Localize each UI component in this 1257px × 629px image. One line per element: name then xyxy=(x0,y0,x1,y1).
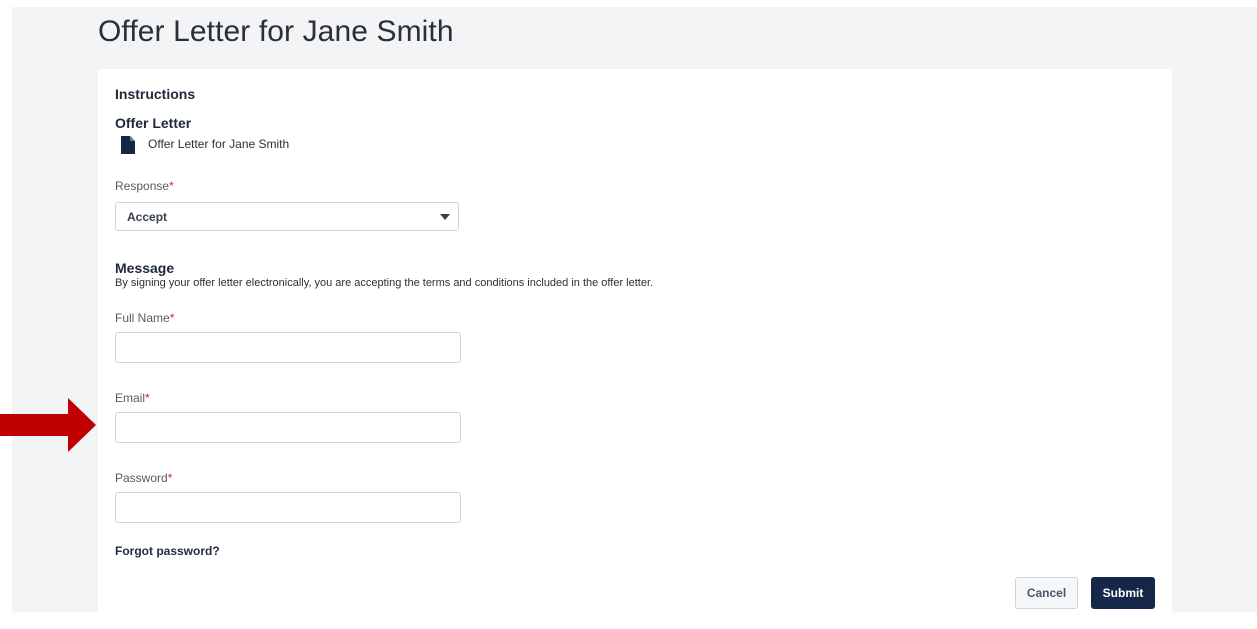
forgot-password-link[interactable]: Forgot password? xyxy=(115,544,220,558)
right-arrow-icon xyxy=(0,398,96,452)
email-input[interactable] xyxy=(115,412,461,443)
response-select[interactable]: Accept xyxy=(115,202,459,231)
offer-letter-heading: Offer Letter xyxy=(115,115,192,131)
document-icon[interactable] xyxy=(121,136,135,154)
page-title: Offer Letter for Jane Smith xyxy=(98,15,454,48)
message-heading: Message xyxy=(115,260,175,276)
password-label: Password* xyxy=(115,471,173,485)
response-label: Response* xyxy=(115,179,174,193)
full-name-input[interactable] xyxy=(115,332,461,363)
required-mark: * xyxy=(169,179,174,193)
chevron-down-icon xyxy=(440,214,450,220)
full-name-label: Full Name* xyxy=(115,311,175,325)
submit-button[interactable]: Submit xyxy=(1091,577,1155,609)
instructions-heading: Instructions xyxy=(115,86,196,102)
offer-letter-document-link[interactable]: Offer Letter for Jane Smith xyxy=(148,137,289,151)
message-body: By signing your offer letter electronica… xyxy=(115,277,654,289)
password-input[interactable] xyxy=(115,492,461,523)
required-mark: * xyxy=(145,391,150,405)
required-mark: * xyxy=(167,471,173,485)
email-label: Email* xyxy=(115,391,150,405)
response-selected-value: Accept xyxy=(127,210,168,224)
required-mark: * xyxy=(169,311,175,325)
cancel-button[interactable]: Cancel xyxy=(1015,577,1078,609)
